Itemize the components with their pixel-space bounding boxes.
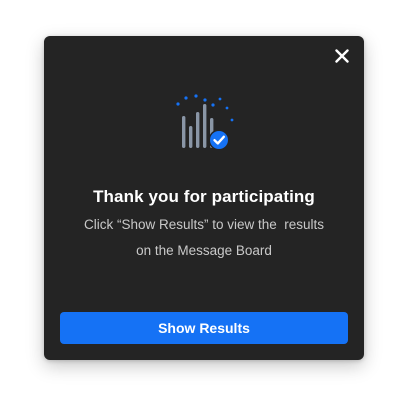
dialog-message-line-1: Click “Show Results” to view the results xyxy=(83,217,325,232)
dialog-message-line-2: on the Message Board xyxy=(136,243,272,258)
dialog-message: Click “Show Results” to view the results… xyxy=(64,212,344,264)
show-results-button[interactable]: Show Results xyxy=(60,312,348,344)
close-icon xyxy=(335,49,349,63)
results-dialog: Thank you for participating Click “Show … xyxy=(44,36,364,360)
poll-results-check-icon xyxy=(176,94,234,151)
page-backdrop: Thank you for participating Click “Show … xyxy=(0,0,408,412)
close-button[interactable] xyxy=(332,46,352,66)
dialog-title: Thank you for participating xyxy=(93,187,315,206)
